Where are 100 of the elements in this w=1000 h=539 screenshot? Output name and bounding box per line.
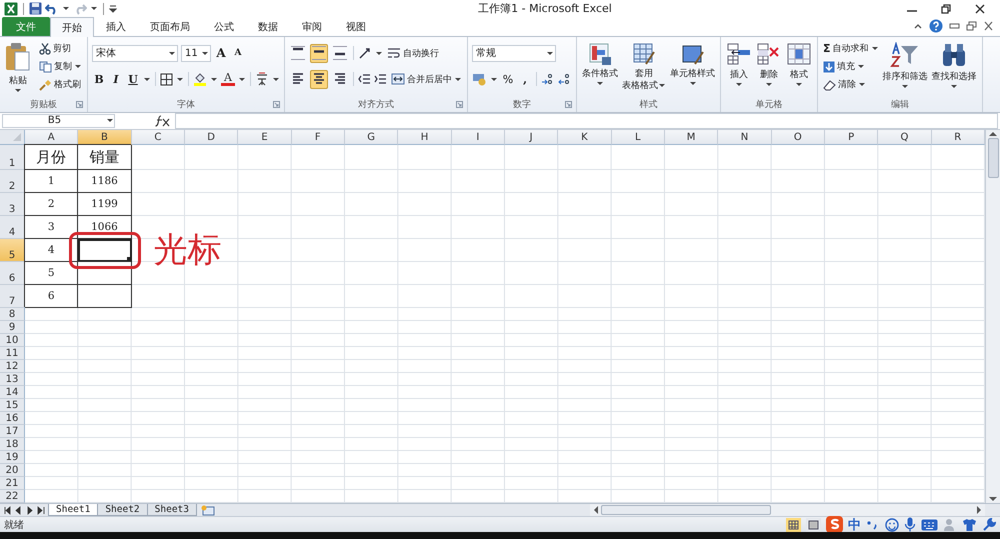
row-header[interactable]: 5 xyxy=(0,239,25,262)
dialog-launcher-icon[interactable] xyxy=(76,100,83,108)
sort-filter-button[interactable]: 排序和筛选 xyxy=(882,40,929,90)
font-size-dropdown[interactable]: 11 xyxy=(181,44,211,62)
dialog-launcher-icon[interactable] xyxy=(565,100,572,108)
ribbon-tab[interactable]: 公式 xyxy=(202,17,246,36)
row-header[interactable]: 8 xyxy=(0,308,25,321)
style-button[interactable]: 条件格式 xyxy=(581,40,619,88)
column-header[interactable]: D xyxy=(184,130,238,145)
column-header[interactable]: J xyxy=(504,130,558,145)
column-header[interactable]: B xyxy=(78,130,132,145)
grow-font-button[interactable]: A xyxy=(214,44,228,62)
row-header[interactable]: 20 xyxy=(0,464,25,477)
find-select-button[interactable]: 查找和选择 xyxy=(930,40,978,90)
fill-button[interactable]: 填充 xyxy=(822,58,880,76)
collapse-ribbon-icon[interactable] xyxy=(913,22,923,30)
sheet-tab[interactable]: Sheet2 xyxy=(97,504,148,516)
file-tab[interactable]: 文件 xyxy=(2,17,50,36)
restore-icon[interactable] xyxy=(940,2,952,15)
ribbon-tab[interactable]: 页面布局 xyxy=(138,17,202,36)
ribbon-tab[interactable]: 视图 xyxy=(334,17,378,36)
vertical-align-button[interactable] xyxy=(331,44,349,63)
shirt-icon[interactable] xyxy=(962,518,977,532)
increase-decimal-icon[interactable] xyxy=(541,73,555,86)
column-header[interactable]: L xyxy=(612,130,665,145)
phonetic-guide-icon[interactable] xyxy=(255,72,269,86)
row-header[interactable]: 18 xyxy=(0,438,25,451)
column-header[interactable]: C xyxy=(132,130,185,145)
style-button[interactable]: 套用 表格格式 xyxy=(621,40,667,94)
bold-button[interactable]: B xyxy=(92,70,106,88)
row-header[interactable]: 6 xyxy=(0,262,25,285)
column-header[interactable]: O xyxy=(772,130,825,145)
decrease-indent-icon[interactable] xyxy=(358,72,371,86)
column-header[interactable]: F xyxy=(292,130,345,145)
column-header[interactable]: A xyxy=(25,130,78,145)
column-header[interactable]: G xyxy=(344,130,398,145)
cells-button[interactable]: 格式 xyxy=(785,40,813,88)
sheet-tab[interactable]: Sheet3 xyxy=(146,504,197,516)
insert-function-icon[interactable] xyxy=(155,114,171,127)
merge-center-button[interactable]: 合并后居中 xyxy=(390,70,463,88)
dialog-launcher-icon[interactable] xyxy=(273,100,280,108)
vertical-align-button[interactable] xyxy=(289,44,307,63)
column-header[interactable]: Q xyxy=(878,130,932,145)
ime-logo-icon[interactable] xyxy=(826,516,843,533)
formula-input[interactable] xyxy=(175,112,998,129)
paste-button[interactable]: 粘贴 xyxy=(4,40,32,94)
row-header[interactable]: 21 xyxy=(0,477,25,490)
cells-button[interactable]: 插入 xyxy=(725,40,753,88)
format-painter-button[interactable]: 格式刷 xyxy=(38,76,83,94)
increase-indent-icon[interactable] xyxy=(374,72,387,86)
column-header[interactable]: H xyxy=(398,130,452,145)
sheet-tab[interactable]: Sheet1 xyxy=(48,504,98,516)
row-header[interactable]: 10 xyxy=(0,334,25,347)
vertical-scrollbar[interactable] xyxy=(985,130,1000,503)
smiley-icon[interactable] xyxy=(885,518,899,532)
ribbon-tab[interactable]: 审阅 xyxy=(290,17,334,36)
ribbon-tab[interactable]: 数据 xyxy=(246,17,290,36)
italic-button[interactable]: I xyxy=(109,70,123,88)
vertical-align-button[interactable] xyxy=(310,44,328,63)
row-header[interactable]: 9 xyxy=(0,321,25,334)
page-layout-view-icon[interactable] xyxy=(806,518,821,532)
row-header[interactable]: 16 xyxy=(0,412,25,425)
decrease-decimal-icon[interactable] xyxy=(558,73,572,86)
row-header[interactable]: 12 xyxy=(0,360,25,373)
wrench-icon[interactable] xyxy=(982,518,996,532)
close-icon[interactable] xyxy=(983,21,994,32)
row-header[interactable]: 14 xyxy=(0,386,25,399)
horizontal-align-button[interactable] xyxy=(310,70,328,89)
row-header[interactable]: 19 xyxy=(0,451,25,464)
cells-button[interactable]: 删除 xyxy=(755,40,783,88)
percent-button[interactable]: % xyxy=(501,70,515,88)
restore-icon[interactable] xyxy=(966,21,977,32)
row-header[interactable]: 2 xyxy=(0,170,25,193)
column-header[interactable]: K xyxy=(558,130,612,145)
column-header[interactable]: M xyxy=(664,130,718,145)
close-icon[interactable] xyxy=(974,2,986,15)
underline-button[interactable]: U xyxy=(126,70,140,88)
save-icon[interactable] xyxy=(29,2,42,16)
help-icon[interactable] xyxy=(929,19,943,34)
text-orientation-icon[interactable] xyxy=(358,46,372,60)
row-header[interactable]: 17 xyxy=(0,425,25,438)
active-cell[interactable] xyxy=(78,239,132,262)
ribbon-tab[interactable]: 插入 xyxy=(94,17,138,36)
wrap-text-button[interactable]: 自动换行 xyxy=(386,44,440,62)
customize-toolbar-icon[interactable] xyxy=(109,4,117,13)
ribbon-tab[interactable]: 开始 xyxy=(50,17,94,38)
clear-button[interactable]: 清除 xyxy=(822,76,880,94)
font-color-button[interactable]: A xyxy=(221,72,235,86)
column-header[interactable]: P xyxy=(824,130,878,145)
copy-button[interactable]: 复制 xyxy=(38,58,83,76)
row-header[interactable]: 1 xyxy=(0,145,25,170)
row-header[interactable]: 4 xyxy=(0,216,25,239)
column-header[interactable]: I xyxy=(452,130,505,145)
row-header[interactable]: 3 xyxy=(0,193,25,216)
keyboard-icon[interactable] xyxy=(921,518,938,530)
borders-icon[interactable] xyxy=(160,72,173,86)
row-header[interactable]: 13 xyxy=(0,373,25,386)
row-header[interactable]: 22 xyxy=(0,490,25,503)
row-header[interactable]: 11 xyxy=(0,347,25,360)
font-name-dropdown[interactable]: 宋体 xyxy=(92,44,178,62)
